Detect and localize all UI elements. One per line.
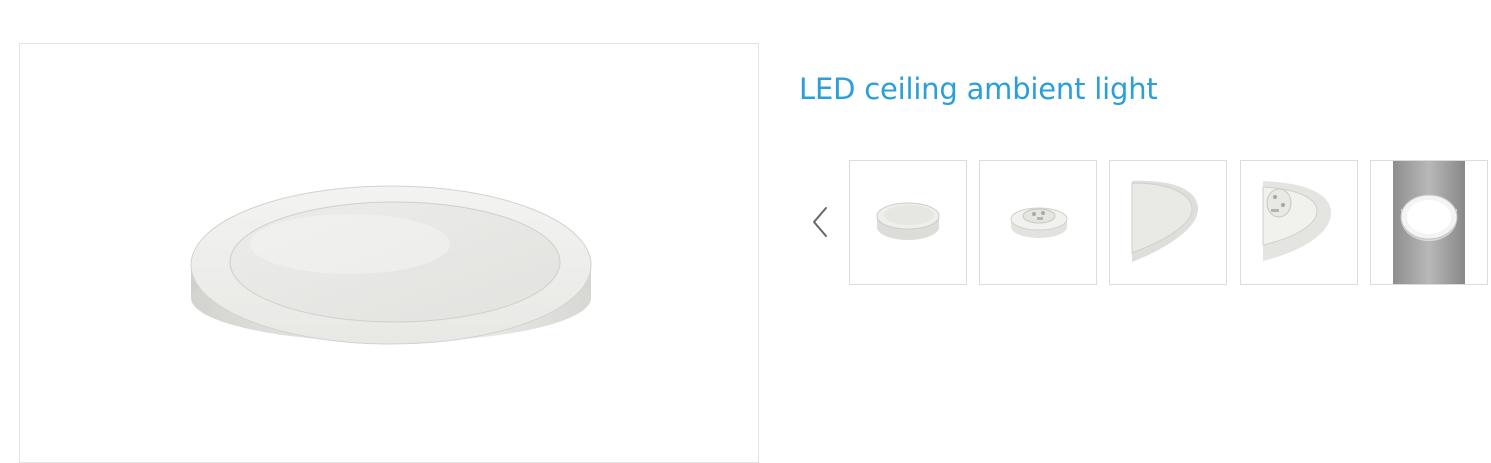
main-product-image <box>19 43 759 463</box>
panel-front-thumb-image <box>876 202 940 240</box>
panel-back-closeup-thumb-image <box>1262 181 1331 261</box>
led-panel-illustration <box>190 185 592 345</box>
thumbnail-5[interactable] <box>1370 160 1488 285</box>
thumbnail-1[interactable] <box>849 160 967 285</box>
thumbnail-2[interactable] <box>979 160 1097 285</box>
chevron-left-icon <box>813 207 827 237</box>
thumbnail-3[interactable] <box>1109 160 1227 285</box>
thumbnail-4[interactable] <box>1240 160 1358 285</box>
panel-installed-thumb-image <box>1393 161 1465 284</box>
panel-edge-thumb-image <box>1131 180 1198 262</box>
product-title: LED ceiling ambient light <box>799 72 1158 106</box>
thumbnail-prev-button[interactable] <box>808 204 832 240</box>
panel-back-thumb-image <box>1010 207 1068 238</box>
